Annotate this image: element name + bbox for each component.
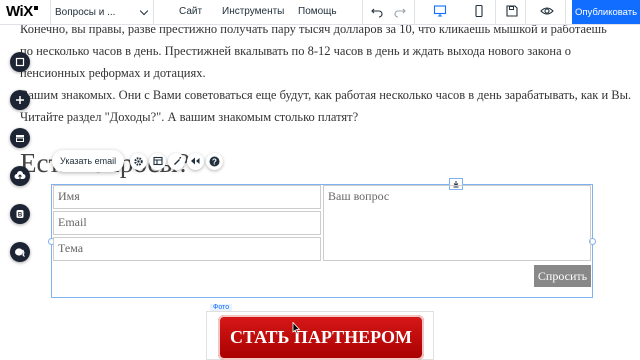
undo-icon[interactable] xyxy=(370,4,384,18)
save-icon[interactable] xyxy=(505,4,519,18)
svg-text:?: ? xyxy=(212,157,217,166)
partner-banner-button[interactable]: СТАТЬ ПАРТНЕРОМ xyxy=(218,315,424,360)
svg-text:B: B xyxy=(18,213,23,219)
redo-icon[interactable] xyxy=(393,4,407,18)
page-name: Вопросы и ... xyxy=(55,6,116,18)
blog-icon[interactable]: B xyxy=(10,204,30,224)
body-text-line: пенсионных реформах и дотациях. xyxy=(20,66,206,80)
design-icon[interactable] xyxy=(168,152,186,170)
photo-tag: Фото xyxy=(210,304,233,311)
settings-icon[interactable] xyxy=(130,152,148,170)
upload-icon[interactable] xyxy=(10,166,30,186)
animation-icon[interactable] xyxy=(187,152,205,170)
subject-field[interactable]: Тема xyxy=(53,237,321,261)
background-icon[interactable] xyxy=(10,128,30,148)
chat-icon[interactable] xyxy=(10,242,30,262)
preview-icon[interactable] xyxy=(540,4,554,18)
add-icon[interactable] xyxy=(10,90,30,110)
layout-icon[interactable] xyxy=(149,152,167,170)
body-text-line: по несколько часов в день. Престижней вк… xyxy=(20,44,572,58)
mouse-cursor-icon xyxy=(292,322,300,335)
chevron-down-icon xyxy=(139,6,149,15)
menu-tools[interactable]: Инструменты xyxy=(222,6,284,17)
editor-top-bar: WiX Вопросы и ... Сайт Инструменты Помощ… xyxy=(0,0,640,25)
menu-help[interactable]: Помощь xyxy=(298,6,337,17)
question-textarea[interactable]: Ваш вопрос xyxy=(323,185,591,261)
publish-button[interactable]: Опубликовать xyxy=(572,0,640,24)
submit-button[interactable]: Спросить xyxy=(534,265,591,287)
menu-site[interactable]: Сайт xyxy=(179,6,202,17)
help-icon[interactable]: ? xyxy=(206,152,224,170)
pages-icon[interactable] xyxy=(10,52,30,72)
body-text-line: Читайте раздел "Доходы?". А вашим знаком… xyxy=(20,110,359,124)
page-selector[interactable]: Вопросы и ... xyxy=(50,0,154,24)
body-text-line: Вашим знакомых. Они с Вами советоваться … xyxy=(20,88,632,102)
body-text-line: Конечно, вы правы, разве престижно получ… xyxy=(20,24,607,36)
element-floating-toolbar: Указать email ? xyxy=(52,150,224,172)
mobile-icon[interactable] xyxy=(472,4,486,18)
desktop-icon[interactable] xyxy=(433,4,447,18)
set-email-button[interactable]: Указать email xyxy=(52,150,125,172)
email-field[interactable]: Email xyxy=(53,211,321,235)
name-field[interactable]: Имя xyxy=(53,185,321,209)
wix-logo[interactable]: WiX xyxy=(6,3,38,20)
